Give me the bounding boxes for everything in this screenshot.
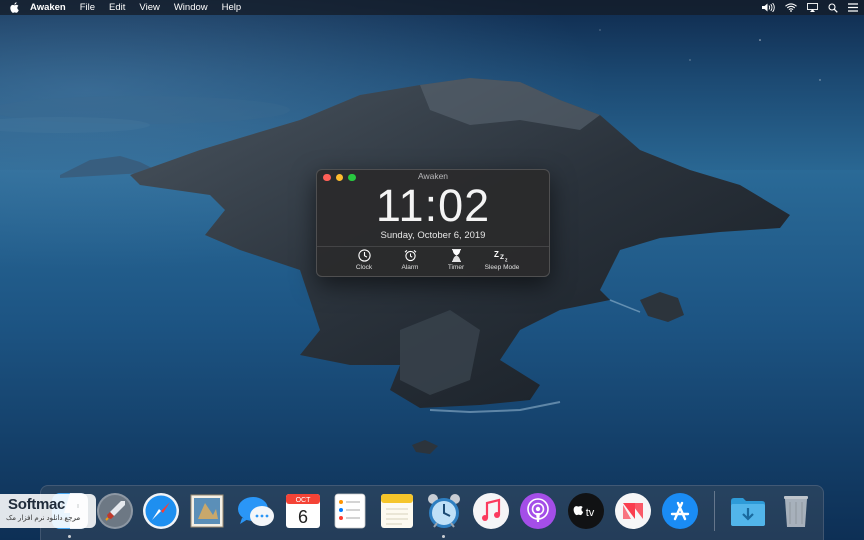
clock-button[interactable]: Clock bbox=[341, 249, 387, 271]
trash-icon[interactable] bbox=[776, 491, 816, 531]
svg-text:Z: Z bbox=[494, 250, 499, 259]
clock-date: Sunday, October 6, 2019 bbox=[380, 230, 486, 241]
app-menu[interactable]: Awaken bbox=[28, 0, 73, 15]
dock-separator bbox=[714, 491, 715, 531]
safari-icon[interactable] bbox=[141, 491, 181, 531]
window-title: Awaken bbox=[417, 171, 449, 181]
tv-icon[interactable]: tv bbox=[566, 491, 606, 531]
alarm-label: Alarm bbox=[401, 264, 419, 271]
status-area bbox=[762, 0, 858, 15]
sleep-mode-label: Sleep Mode bbox=[484, 264, 520, 271]
title-bar[interactable]: Awaken bbox=[317, 170, 549, 184]
edit-menu[interactable]: Edit bbox=[102, 0, 132, 15]
mail-icon[interactable] bbox=[187, 491, 227, 531]
messages-icon[interactable] bbox=[236, 491, 276, 531]
news-icon[interactable] bbox=[613, 491, 653, 531]
menu-list-icon[interactable] bbox=[848, 3, 858, 12]
volume-icon[interactable] bbox=[762, 3, 775, 12]
svg-text:z: z bbox=[505, 258, 508, 263]
view-menu[interactable]: View bbox=[132, 0, 166, 15]
help-menu[interactable]: Help bbox=[215, 0, 249, 15]
airplay-icon[interactable] bbox=[807, 3, 818, 12]
file-menu[interactable]: File bbox=[73, 0, 102, 15]
timer-button[interactable]: Timer bbox=[433, 249, 479, 271]
clock-label: Clock bbox=[355, 264, 373, 271]
watermark-name: Softmac bbox=[8, 496, 66, 513]
clock-icon bbox=[357, 249, 371, 262]
search-icon[interactable] bbox=[828, 2, 838, 13]
app-store-icon[interactable] bbox=[660, 491, 700, 531]
running-indicator bbox=[68, 535, 71, 538]
calendar-day: 6 bbox=[298, 507, 308, 527]
awaken-icon[interactable] bbox=[424, 491, 464, 531]
clock-time: 11:02 bbox=[375, 180, 491, 231]
wifi-icon[interactable] bbox=[785, 3, 797, 12]
sleep-mode-button[interactable]: Z Z z Sleep Mode bbox=[479, 249, 525, 271]
tv-label: tv bbox=[586, 507, 595, 519]
downloads-folder-icon[interactable] bbox=[728, 491, 768, 531]
podcasts-icon[interactable] bbox=[518, 491, 558, 531]
calendar-icon[interactable]: OCT 6 bbox=[283, 491, 323, 531]
timer-label: Timer bbox=[447, 264, 465, 271]
sleep-icon: Z Z z bbox=[494, 250, 508, 263]
apple-icon bbox=[9, 2, 19, 13]
awaken-window: Awaken 11:02 Sunday, October 6, 2019 Clo… bbox=[316, 169, 550, 277]
timer-icon bbox=[451, 249, 461, 262]
window-menu[interactable]: Window bbox=[167, 0, 215, 15]
running-indicator bbox=[442, 535, 445, 538]
alarm-icon bbox=[404, 249, 416, 262]
svg-text:Z: Z bbox=[500, 254, 504, 261]
watermark-subtitle: مرجع دانلود نرم افزار مک bbox=[6, 515, 81, 522]
music-icon[interactable] bbox=[471, 491, 511, 531]
softmac-watermark: Softmac مرجع دانلود نرم افزار مک bbox=[0, 494, 96, 528]
notes-icon[interactable] bbox=[377, 491, 417, 531]
calendar-month: OCT bbox=[296, 497, 312, 504]
alarm-button[interactable]: Alarm bbox=[387, 249, 433, 271]
apple-menu[interactable] bbox=[0, 2, 28, 13]
menu-bar: Awaken File Edit View Window Help bbox=[0, 0, 864, 15]
reminders-icon[interactable] bbox=[330, 491, 370, 531]
launchpad-icon[interactable] bbox=[95, 491, 135, 531]
mode-toolbar: Clock Alarm Timer Z Z z Sleep Mode bbox=[317, 247, 549, 271]
